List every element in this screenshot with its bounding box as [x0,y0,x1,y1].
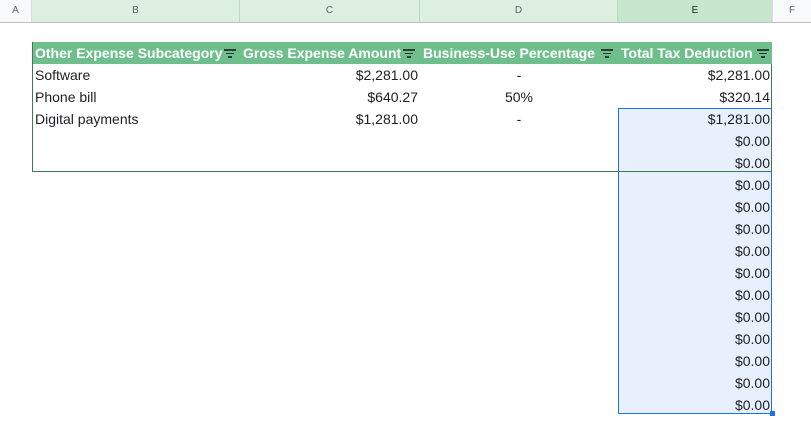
cell-e-value[interactable]: $0.00 [618,174,770,196]
cell-e-value[interactable]: $0.00 [618,350,770,372]
column-header-e[interactable]: E [618,0,773,22]
cell-e-value[interactable]: $0.00 [618,328,770,350]
header-total-deduction[interactable]: Total Tax Deduction [621,42,753,64]
cell-subcategory[interactable]: Digital payments [35,108,139,130]
cell-subcategory[interactable]: Phone bill [35,86,97,108]
cell-gross-amount[interactable]: $640.27 [240,86,418,108]
column-header-d[interactable]: D [420,0,618,22]
cell-subcategory[interactable]: Software [35,64,90,86]
cell-business-use[interactable]: 50% [420,86,618,108]
cell-e-value[interactable]: $0.00 [618,218,770,240]
cell-gross-amount[interactable]: $2,281.00 [240,64,418,86]
column-header-a[interactable]: A [0,0,32,22]
column-header-bar: A B C D E F [0,0,811,23]
cell-e-value[interactable]: $0.00 [618,196,770,218]
table-header-row: Other Expense Subcategory Gross Expense … [33,42,772,64]
header-business-use[interactable]: Business-Use Percentage [423,42,595,64]
header-subcategory[interactable]: Other Expense Subcategory [35,42,223,64]
filter-icon[interactable] [403,49,415,58]
filter-icon[interactable] [601,49,613,58]
cell-total-deduction[interactable]: $320.14 [618,86,770,108]
filter-icon[interactable] [224,49,236,58]
cell-e-value[interactable]: $0.00 [618,394,770,416]
cell-gross-amount[interactable]: $1,281.00 [240,108,418,130]
cell-e-value[interactable]: $0.00 [618,284,770,306]
fill-handle[interactable] [770,411,775,416]
cell-e-value[interactable]: $0.00 [618,240,770,262]
cell-total-deduction[interactable]: $0.00 [618,152,770,174]
cell-e-value[interactable]: $0.00 [618,372,770,394]
column-header-b[interactable]: B [32,0,240,22]
cell-total-deduction[interactable]: $0.00 [618,130,770,152]
header-gross-amount[interactable]: Gross Expense Amount [243,42,401,64]
column-header-c[interactable]: C [240,0,420,22]
cell-total-deduction[interactable]: $1,281.00 [618,108,770,130]
filter-icon[interactable] [757,49,769,58]
column-header-f[interactable]: F [773,0,811,22]
cell-e-value[interactable]: $0.00 [618,306,770,328]
cell-total-deduction[interactable]: $2,281.00 [618,64,770,86]
cell-business-use[interactable]: - [420,64,618,86]
cell-e-value[interactable]: $0.00 [618,262,770,284]
cell-business-use[interactable]: - [420,108,618,130]
